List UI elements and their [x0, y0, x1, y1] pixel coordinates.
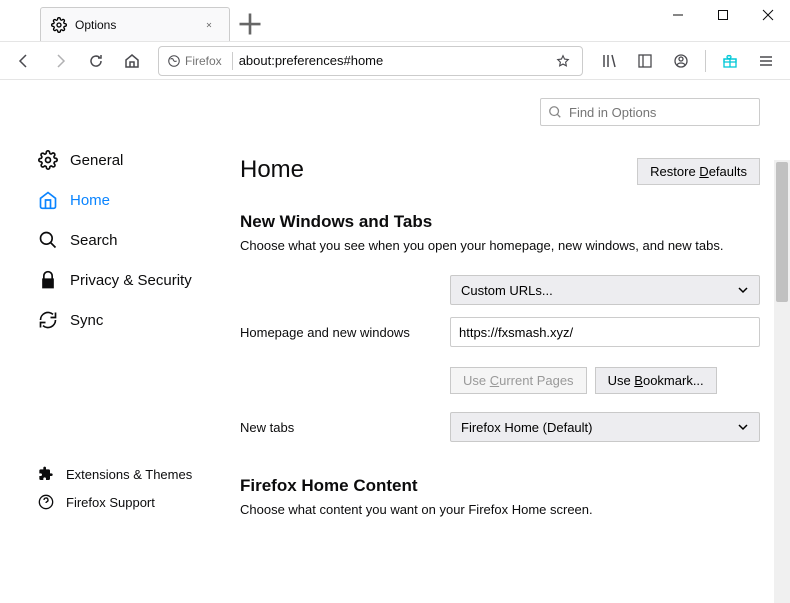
- puzzle-icon: [38, 466, 54, 482]
- close-icon: [762, 9, 774, 21]
- sidebar-item-label: General: [70, 152, 123, 169]
- chevron-down-icon: [737, 421, 749, 433]
- window-controls: [655, 0, 790, 30]
- find-in-options: [540, 98, 760, 126]
- section-new-windows-tabs-desc: Choose what you see when you open your h…: [240, 238, 760, 253]
- gear-icon: [38, 150, 58, 170]
- close-tab-button[interactable]: [205, 17, 221, 33]
- newtabs-select[interactable]: Firefox Home (Default): [450, 412, 760, 442]
- maximize-icon: [717, 9, 729, 21]
- use-bookmark-button[interactable]: Use Bookmark...: [595, 367, 717, 394]
- library-icon: [601, 53, 617, 69]
- newtabs-label: New tabs: [240, 420, 450, 435]
- sidebar-button[interactable]: [629, 45, 661, 77]
- bookmark-star-icon[interactable]: [556, 54, 570, 68]
- maximize-button[interactable]: [700, 0, 745, 30]
- sidebar-item-label: Firefox Support: [66, 495, 155, 510]
- use-current-pages-button[interactable]: Use Current Pages: [450, 367, 587, 394]
- close-window-button[interactable]: [745, 0, 790, 30]
- url-identity-label: Firefox: [185, 54, 222, 68]
- homepage-url-row: Homepage and new windows: [240, 317, 760, 347]
- sidebar-item-sync[interactable]: Sync: [30, 300, 220, 340]
- library-button[interactable]: [593, 45, 625, 77]
- newtabs-row: New tabs Firefox Home (Default): [240, 412, 760, 442]
- sync-icon: [38, 310, 58, 330]
- sidebar-item-general[interactable]: General: [30, 140, 220, 180]
- sidebar-item-label: Search: [70, 232, 118, 249]
- home-icon: [38, 190, 58, 210]
- content-area: General Home Search Privacy & Security S…: [0, 80, 790, 523]
- sidebar-item-support[interactable]: Firefox Support: [30, 488, 220, 516]
- sidebar-item-label: Sync: [70, 312, 103, 329]
- close-icon: [205, 17, 213, 33]
- sidebar-item-home[interactable]: Home: [30, 180, 220, 220]
- url-text: about:preferences#home: [239, 53, 556, 68]
- question-icon: [38, 494, 54, 510]
- forward-button[interactable]: [44, 45, 76, 77]
- reload-icon: [88, 53, 104, 69]
- new-tab-button[interactable]: [236, 10, 264, 38]
- gift-icon: [722, 53, 738, 69]
- preferences-sidebar: General Home Search Privacy & Security S…: [0, 80, 220, 523]
- home-icon: [124, 53, 140, 69]
- scrollbar[interactable]: [774, 160, 790, 603]
- minimize-button[interactable]: [655, 0, 700, 30]
- find-in-options-input[interactable]: [540, 98, 760, 126]
- section-new-windows-tabs-title: New Windows and Tabs: [240, 212, 760, 232]
- arrow-right-icon: [52, 53, 68, 69]
- toolbar: Firefox about:preferences#home: [0, 42, 790, 80]
- arrow-left-icon: [16, 53, 32, 69]
- scrollbar-thumb[interactable]: [776, 162, 788, 302]
- firefox-icon: [167, 54, 181, 68]
- sidebar-item-label: Home: [70, 192, 110, 209]
- titlebar: Options: [0, 0, 790, 42]
- select-value: Custom URLs...: [461, 283, 553, 298]
- toolbar-right: [593, 45, 782, 77]
- home-button[interactable]: [116, 45, 148, 77]
- sidebar-item-extensions[interactable]: Extensions & Themes: [30, 460, 220, 488]
- sidebar-item-search[interactable]: Search: [30, 220, 220, 260]
- back-button[interactable]: [8, 45, 40, 77]
- reload-button[interactable]: [80, 45, 112, 77]
- account-button[interactable]: [665, 45, 697, 77]
- tab-title: Options: [75, 18, 205, 32]
- search-icon: [38, 230, 58, 250]
- minimize-icon: [672, 9, 684, 21]
- homepage-field-label: Homepage and new windows: [240, 325, 450, 340]
- plus-icon: [236, 10, 264, 38]
- homepage-buttons-row: Use Current Pages Use Bookmark...: [240, 357, 760, 394]
- section-home-content-title: Firefox Home Content: [240, 476, 760, 496]
- preferences-main: Home Restore Defaults New Windows and Ta…: [220, 80, 790, 523]
- section-home-content-desc: Choose what content you want on your Fir…: [240, 502, 760, 517]
- sidebar-item-label: Extensions & Themes: [66, 467, 192, 482]
- lock-icon: [38, 270, 58, 290]
- url-bar[interactable]: Firefox about:preferences#home: [158, 46, 583, 76]
- sidebar-icon: [637, 53, 653, 69]
- hamburger-icon: [758, 53, 774, 69]
- chevron-down-icon: [737, 284, 749, 296]
- gear-icon: [51, 17, 67, 33]
- homepage-url-input[interactable]: [450, 317, 760, 347]
- extension-button[interactable]: [714, 45, 746, 77]
- browser-tab[interactable]: Options: [40, 7, 230, 41]
- account-icon: [673, 53, 689, 69]
- menu-button[interactable]: [750, 45, 782, 77]
- separator: [232, 52, 233, 70]
- sidebar-item-label: Privacy & Security: [70, 272, 192, 289]
- select-value: Firefox Home (Default): [461, 420, 592, 435]
- homepage-row: Custom URLs...: [240, 275, 760, 305]
- homepage-mode-select[interactable]: Custom URLs...: [450, 275, 760, 305]
- restore-defaults-button[interactable]: Restore Defaults: [637, 158, 760, 185]
- separator: [705, 50, 706, 72]
- sidebar-item-privacy[interactable]: Privacy & Security: [30, 260, 220, 300]
